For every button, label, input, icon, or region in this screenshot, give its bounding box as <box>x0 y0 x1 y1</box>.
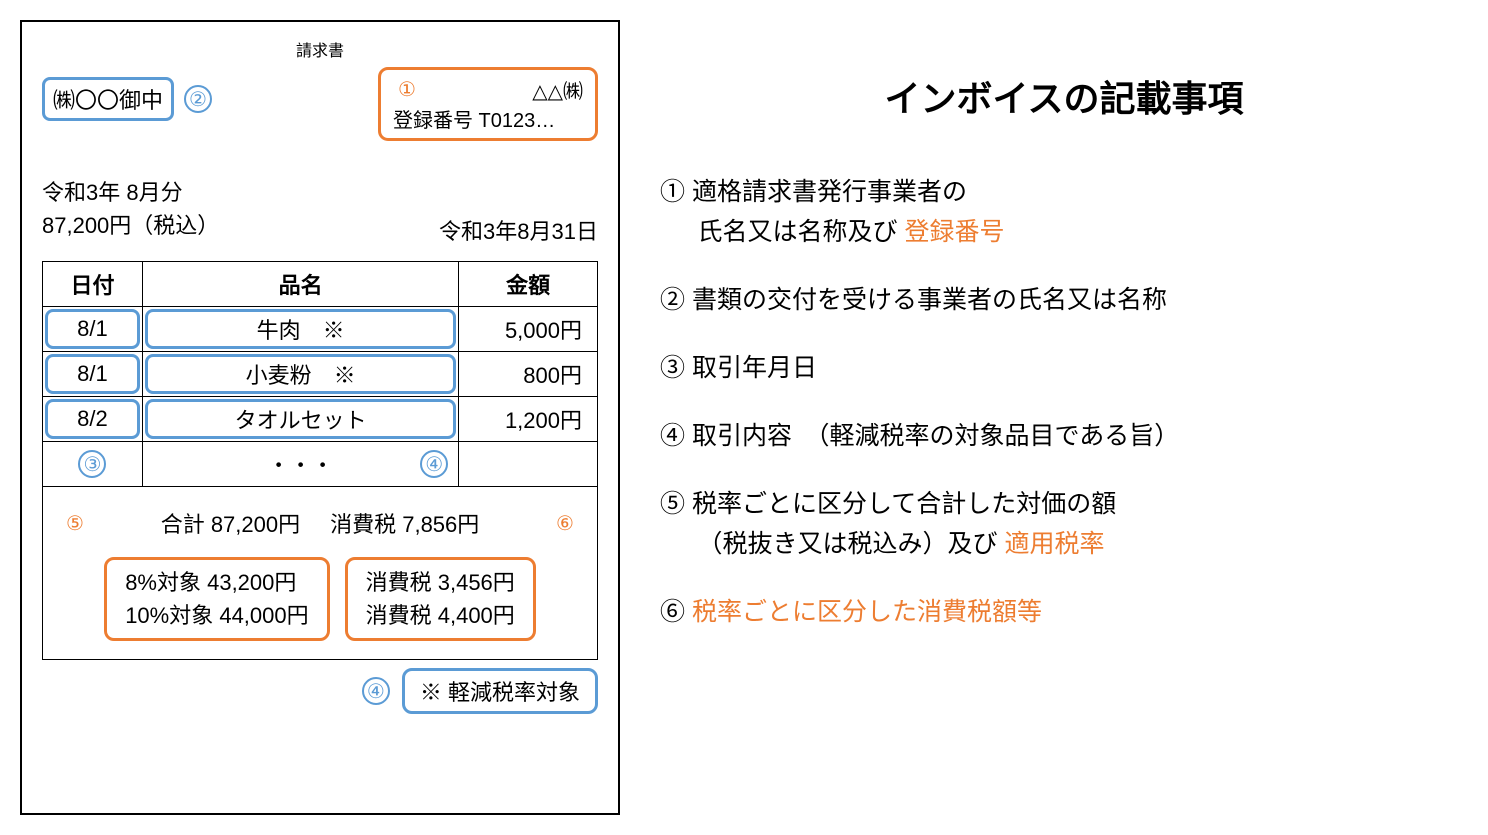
col-item: 品名 <box>142 262 458 307</box>
rule-2: ② 書類の交付を受ける事業者の氏名又は名称 <box>660 280 1468 320</box>
cell-amount: 5,000円 <box>459 307 598 352</box>
cell-date: 8/2 <box>43 397 143 442</box>
table-row: 8/2 タオルセット 1,200円 <box>43 397 598 442</box>
rules-panel: インボイスの記載事項 ① 適格請求書発行事業者の 氏名又は名称及び 登録番号 ②… <box>660 20 1468 815</box>
highlight-tax-rate: 適用税率 <box>1004 530 1104 558</box>
badge-5: ⑤ <box>61 509 89 537</box>
cell-item: 牛肉 ※ <box>142 307 458 352</box>
tax-rate-base-box: 8%対象 43,200円 10%対象 44,000円 <box>104 557 329 641</box>
cell-date: 8/1 <box>43 352 143 397</box>
col-date: 日付 <box>43 262 143 307</box>
rate8-tax: 消費税 3,456円 <box>366 566 515 599</box>
issuer-box: ① △△㈱ 登録番号 T0123… <box>378 67 598 141</box>
rule-1: ① 適格請求書発行事業者の 氏名又は名称及び 登録番号 <box>660 172 1468 252</box>
table-row: 8/1 牛肉 ※ 5,000円 <box>43 307 598 352</box>
ellipsis: ・・・ <box>268 453 334 478</box>
summary-total: 合計 87,200円 <box>161 507 300 539</box>
issuer-name: △△㈱ <box>421 75 583 104</box>
rule-4: ④ 取引内容 （軽減税率の対象品目である旨） <box>660 416 1468 456</box>
invoice-title: 請求書 <box>296 37 344 61</box>
highlight-reg-number: 登録番号 <box>904 218 1004 246</box>
cell-date: 8/1 <box>43 307 143 352</box>
footer-note-row: ④ ※ 軽減税率対象 <box>42 668 598 714</box>
table-row-ellipsis: ③ ・・・ ④ <box>43 442 598 487</box>
rule-6: ⑥ 税率ごとに区分した消費税額等 <box>660 592 1468 632</box>
badge-6: ⑥ <box>551 509 579 537</box>
rate10-base: 10%対象 44,000円 <box>125 599 308 632</box>
badge-4-footer: ④ <box>362 677 390 705</box>
rate10-tax: 消費税 4,400円 <box>366 599 515 632</box>
highlight-tax-amount: 税率ごとに区分した消費税額等 <box>692 598 1042 626</box>
cell-amount: 800円 <box>459 352 598 397</box>
rate8-base: 8%対象 43,200円 <box>125 566 308 599</box>
badge-3: ③ <box>78 450 106 478</box>
rules-list: ① 適格請求書発行事業者の 氏名又は名称及び 登録番号 ② 書類の交付を受ける事… <box>660 172 1468 632</box>
reduced-tax-note: ※ 軽減税率対象 <box>402 668 598 714</box>
summary-section: ⑤ 合計 87,200円 消費税 7,856円 ⑥ 8%対象 43,200円 1… <box>42 487 598 660</box>
invoice-document: 請求書 ㈱〇〇御中 ② ① △△㈱ 登録番号 T0123… 令和3年 8月分 8… <box>20 20 620 815</box>
rule-5: ⑤ 税率ごとに区分して合計した対価の額 （税抜き又は税込み）及び 適用税率 <box>660 484 1468 564</box>
rule-3: ③ 取引年月日 <box>660 348 1468 388</box>
badge-2: ② <box>184 85 212 113</box>
invoice-table: 日付 品名 金額 8/1 牛肉 ※ 5,000円 8/1 小麦粉 ※ 800円 … <box>42 261 598 487</box>
rules-title: インボイスの記載事項 <box>660 70 1468 122</box>
badge-4: ④ <box>420 450 448 478</box>
month-label: 令和3年 8月分 <box>42 176 598 209</box>
table-row: 8/1 小麦粉 ※ 800円 <box>43 352 598 397</box>
tax-rate-tax-box: 消費税 3,456円 消費税 4,400円 <box>345 557 536 641</box>
cell-item: 小麦粉 ※ <box>142 352 458 397</box>
cell-item: タオルセット <box>142 397 458 442</box>
col-amount: 金額 <box>459 262 598 307</box>
cell-amount: 1,200円 <box>459 397 598 442</box>
summary-tax: 消費税 7,856円 <box>330 507 479 539</box>
badge-1: ① <box>393 76 421 104</box>
issuer-registration: 登録番号 T0123… <box>393 104 583 133</box>
recipient-box: ㈱〇〇御中 <box>42 77 174 121</box>
